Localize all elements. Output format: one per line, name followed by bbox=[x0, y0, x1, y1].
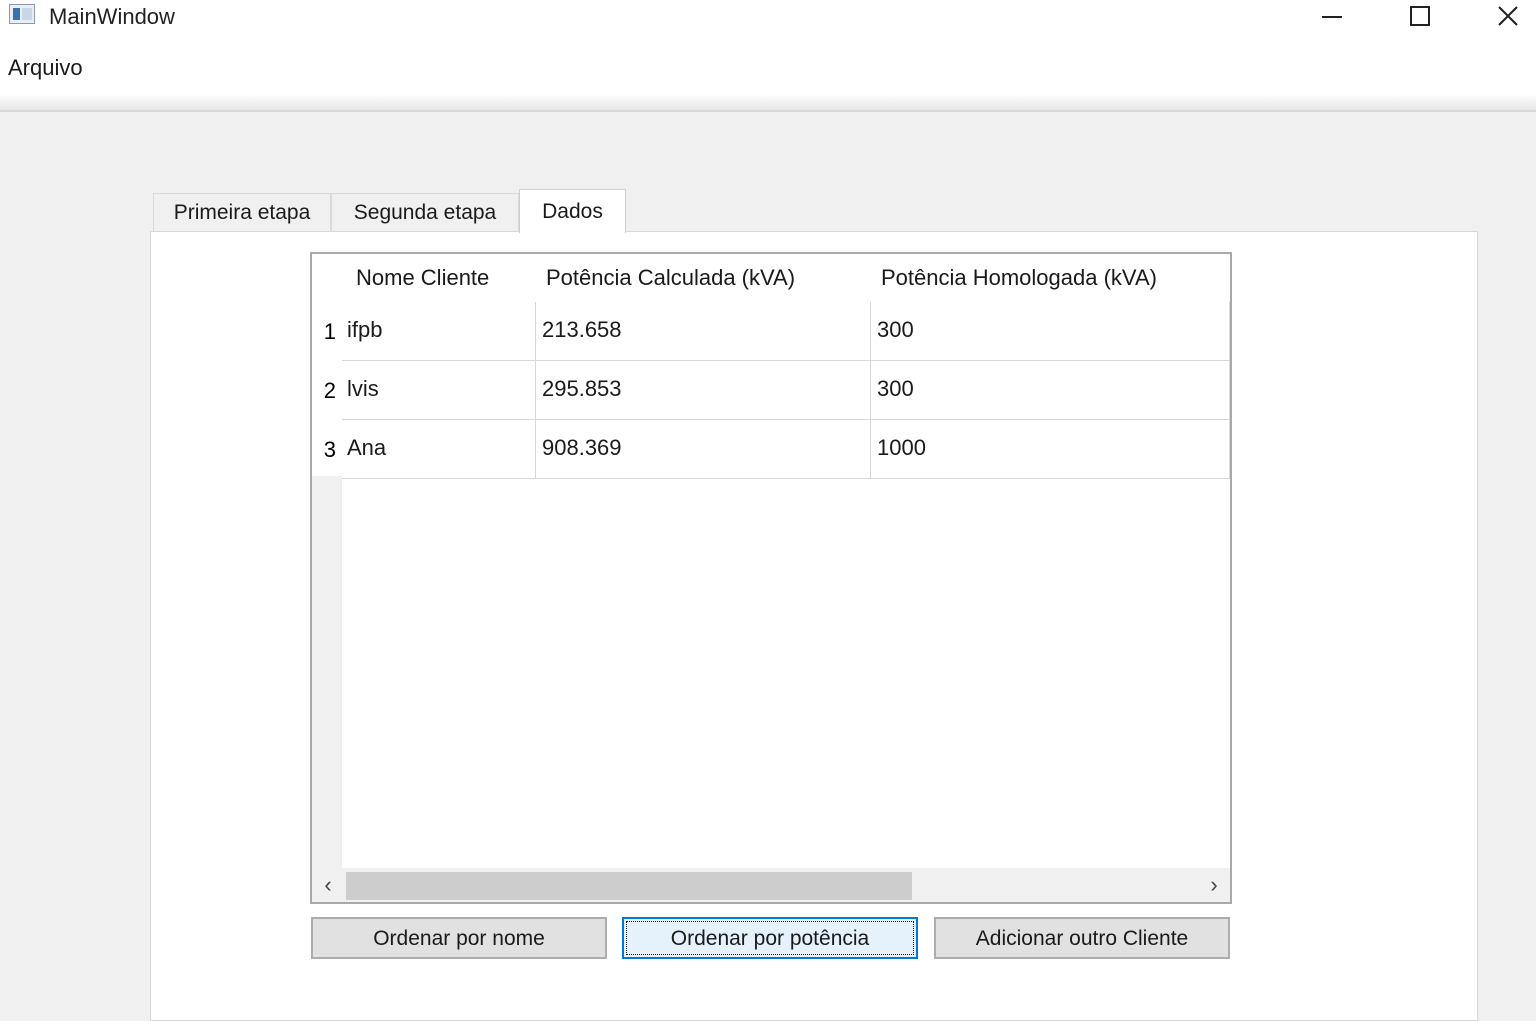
table-row[interactable]: Ana 908.369 1000 bbox=[342, 420, 1230, 479]
sort-by-name-button[interactable]: Ordenar por nome bbox=[311, 917, 607, 959]
row-header-empty-area bbox=[312, 476, 342, 868]
clients-table[interactable]: Nome Cliente Potência Calculada (kVA) Po… bbox=[310, 252, 1232, 904]
minimize-button[interactable] bbox=[1302, 0, 1362, 36]
tab-primeira-etapa[interactable]: Primeira etapa bbox=[153, 193, 331, 231]
toolbar-separator bbox=[0, 94, 1536, 112]
column-header-potencia-homologada[interactable]: Potência Homologada (kVA) bbox=[871, 254, 1230, 302]
tab-dados[interactable]: Dados bbox=[519, 189, 626, 233]
table-cell-potencia-homologada[interactable]: 300 bbox=[871, 361, 1230, 420]
close-button[interactable] bbox=[1478, 0, 1536, 36]
title-bar: MainWindow bbox=[0, 0, 1536, 40]
table-row[interactable]: lvis 295.853 300 bbox=[342, 361, 1230, 420]
row-header[interactable]: 2 bbox=[312, 361, 342, 420]
column-header-potencia-calculada[interactable]: Potência Calculada (kVA) bbox=[536, 254, 871, 302]
minimize-icon bbox=[1322, 16, 1342, 18]
table-cell-nome[interactable]: lvis bbox=[342, 361, 536, 420]
table-cell-potencia-homologada[interactable]: 1000 bbox=[871, 420, 1230, 479]
add-client-button[interactable]: Adicionar outro Cliente bbox=[934, 917, 1230, 959]
maximize-icon bbox=[1410, 6, 1430, 26]
scroll-right-arrow-icon[interactable]: › bbox=[1198, 868, 1230, 902]
column-header-nome-cliente[interactable]: Nome Cliente bbox=[342, 254, 536, 302]
maximize-button[interactable] bbox=[1390, 0, 1450, 36]
row-header[interactable]: 1 bbox=[312, 302, 342, 361]
table-corner-button[interactable] bbox=[312, 254, 342, 302]
table-cell-nome[interactable]: Ana bbox=[342, 420, 536, 479]
table-cell-potencia-calculada[interactable]: 213.658 bbox=[536, 302, 871, 361]
menu-bar: Arquivo bbox=[0, 40, 1536, 94]
sort-by-power-button[interactable]: Ordenar por potência bbox=[622, 917, 918, 959]
app-window-icon bbox=[9, 4, 35, 24]
table-cell-potencia-calculada[interactable]: 908.369 bbox=[536, 420, 871, 479]
horizontal-scrollbar[interactable]: ‹ › bbox=[312, 868, 1230, 902]
close-icon bbox=[1498, 6, 1518, 26]
tab-segunda-etapa[interactable]: Segunda etapa bbox=[331, 193, 519, 231]
table-cell-nome[interactable]: ifpb bbox=[342, 302, 536, 361]
scroll-left-arrow-icon[interactable]: ‹ bbox=[312, 868, 344, 902]
scrollbar-thumb[interactable] bbox=[346, 872, 912, 900]
table-cell-potencia-calculada[interactable]: 295.853 bbox=[536, 361, 871, 420]
window-title: MainWindow bbox=[49, 4, 175, 29]
row-header[interactable]: 3 bbox=[312, 420, 342, 479]
menu-item-arquivo[interactable]: Arquivo bbox=[8, 55, 83, 81]
table-cell-potencia-homologada[interactable]: 300 bbox=[871, 302, 1230, 361]
table-row[interactable]: ifpb 213.658 300 bbox=[342, 302, 1230, 361]
